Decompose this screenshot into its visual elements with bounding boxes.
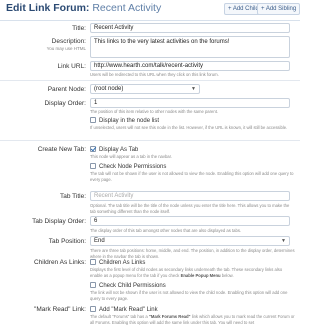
mark-read-link-label: "Mark Read" Link: bbox=[34, 306, 86, 313]
mark-read-link-option: Add "Mark Read" Link bbox=[99, 307, 158, 313]
tab-position-hint: There are three tab positions: home, mid… bbox=[90, 248, 295, 259]
checkbox-unchecked-icon bbox=[90, 117, 96, 123]
section-divider bbox=[0, 80, 300, 81]
checkbox-unchecked-icon bbox=[90, 282, 96, 288]
tab-position-select[interactable]: End ▼ bbox=[90, 236, 290, 246]
tab-display-order-label: Tab Display Order: bbox=[32, 218, 86, 225]
mark-read-link-checkbox[interactable]: Add "Mark Read" Link bbox=[90, 306, 158, 313]
tab-title-input[interactable]: Recent Activity bbox=[90, 191, 290, 201]
parent-node-value: (root node) bbox=[94, 86, 124, 92]
check-child-permissions-checkbox[interactable]: Check Child Permissions bbox=[90, 282, 166, 289]
add-sibling-button[interactable]: + Add Sibling bbox=[257, 3, 301, 15]
link-url-hint: Users will be redirected to this URL whe… bbox=[90, 72, 219, 77]
check-node-permissions-label: Check Node Permissions bbox=[99, 164, 167, 170]
chevron-down-icon: ▼ bbox=[281, 238, 286, 244]
parent-node-select[interactable]: (root node) ▼ bbox=[90, 84, 200, 94]
children-as-links-hint-end: below. bbox=[221, 272, 234, 278]
title-label: Title: bbox=[72, 25, 86, 32]
tab-title-label: Tab Title: bbox=[59, 193, 86, 200]
tab-display-order-input[interactable]: 6 bbox=[90, 216, 290, 226]
title-input[interactable]: Recent Activity bbox=[90, 23, 290, 33]
enable-popup-menu-link: Enable Popup Menu bbox=[180, 272, 221, 278]
mark-read-link-hint-text: The default "Forums" tab has a bbox=[90, 314, 148, 319]
page-header: Edit Link Forum: Recent Activity + Add C… bbox=[0, 0, 301, 22]
children-as-links-hint: Displays the first level of child nodes … bbox=[90, 267, 295, 278]
children-as-links-option: Children As Links bbox=[99, 260, 146, 266]
checkbox-unchecked-icon bbox=[90, 306, 96, 312]
children-as-links-label: Children As Links: bbox=[33, 259, 86, 266]
display-order-hint: The position of this item relative to ot… bbox=[90, 109, 219, 114]
tab-position-label: Tab Position: bbox=[48, 238, 86, 245]
checkbox-checked-icon bbox=[90, 146, 96, 152]
page-title-name: Recent Activity bbox=[92, 2, 162, 14]
parent-node-label: Parent Node: bbox=[47, 86, 86, 93]
description-label: Description: bbox=[51, 38, 86, 45]
display-in-list-label: Display in the node list bbox=[99, 118, 160, 124]
link-url-label: Link URL: bbox=[57, 63, 86, 70]
display-as-tab-label: Display As Tab bbox=[99, 147, 139, 153]
check-node-permissions-checkbox[interactable]: Check Node Permissions bbox=[90, 163, 166, 170]
check-child-permissions-label: Check Child Permissions bbox=[99, 283, 166, 289]
children-as-links-checkbox[interactable]: Children As Links bbox=[90, 259, 145, 266]
display-in-list-checkbox[interactable]: Display in the node list bbox=[90, 117, 159, 124]
create-new-tab-label: Create New Tab: bbox=[37, 146, 86, 153]
tab-display-order-hint: The display order of this tab amongst ot… bbox=[90, 228, 242, 233]
tab-title-hint: Optional. The tab title will be the titl… bbox=[90, 203, 290, 214]
mark-forums-read-text: "Mark Forums Read" bbox=[148, 314, 191, 319]
description-sublabel: You may use HTML bbox=[46, 46, 86, 51]
display-order-input[interactable]: 1 bbox=[90, 98, 290, 108]
page-title-prefix: Edit Link Forum: bbox=[6, 2, 90, 14]
checkbox-unchecked-icon bbox=[90, 163, 96, 169]
tab-position-value: End bbox=[94, 238, 105, 244]
mark-read-link-hint: The default "Forums" tab has a "Mark For… bbox=[90, 314, 295, 325]
link-url-input[interactable]: http://www.hearth.com/talk/recent-activi… bbox=[90, 61, 290, 71]
description-textarea[interactable]: This links to the very latest activities… bbox=[90, 36, 290, 58]
check-node-permissions-hint: The tab will not be shown if the user is… bbox=[90, 171, 294, 182]
display-as-tab-checkbox[interactable]: Display As Tab bbox=[90, 146, 138, 153]
display-as-tab-hint: This node will appear as a tab in the na… bbox=[90, 154, 172, 159]
page-title: Edit Link Forum: Recent Activity bbox=[6, 2, 161, 14]
chevron-down-icon: ▼ bbox=[191, 86, 196, 92]
display-in-list-hint: If unselected, users will not see this n… bbox=[90, 125, 288, 130]
checkbox-unchecked-icon bbox=[90, 259, 96, 265]
display-order-label: Display Order: bbox=[44, 100, 86, 107]
edit-link-forum-form: Title: Recent Activity Description: You … bbox=[0, 20, 300, 331]
check-child-permissions-hint: The link will not be shown if the user i… bbox=[90, 290, 288, 301]
section-divider bbox=[0, 140, 300, 141]
